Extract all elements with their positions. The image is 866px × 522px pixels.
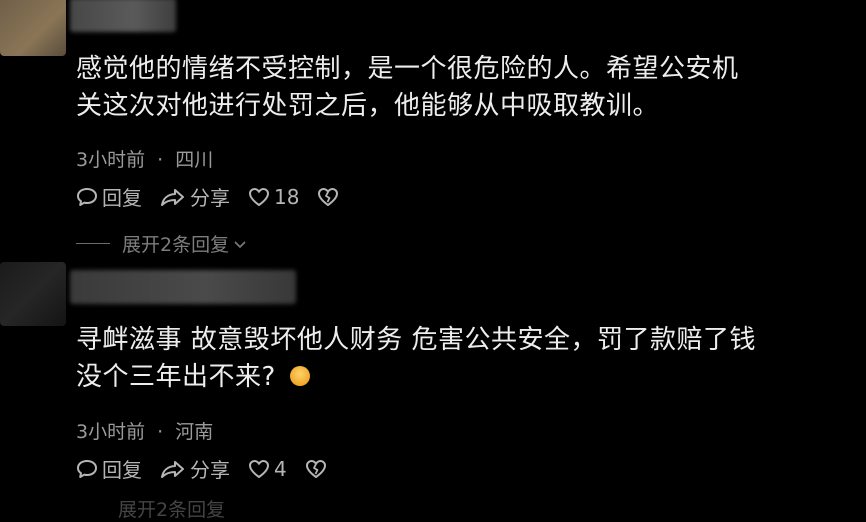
comment-meta: 3小时前 · 河南 xyxy=(76,417,213,444)
crying-laughing-emoji-icon xyxy=(289,365,310,386)
share-button[interactable]: 分享 xyxy=(160,182,230,211)
share-label: 分享 xyxy=(190,458,230,482)
reply-button[interactable]: 回复 xyxy=(76,454,142,483)
avatar[interactable] xyxy=(0,262,66,326)
like-button[interactable]: 18 xyxy=(248,185,299,209)
comment-text-line: 没个三年出不来? xyxy=(76,362,276,392)
comment-location: 河南 xyxy=(175,421,214,443)
comment-text-line: 关这次对他进行处罚之后，他能够从中吸取教训。 xyxy=(76,91,660,121)
heart-icon xyxy=(249,187,269,206)
expand-replies[interactable]: 展开2条回复 xyxy=(118,495,225,522)
reply-label: 回复 xyxy=(102,186,142,210)
broken-heart-icon xyxy=(305,459,326,478)
comment-bubble-icon xyxy=(77,187,97,206)
expand-replies[interactable]: 展开2条回复 xyxy=(76,230,248,257)
comment-text-line-wrap: 没个三年出不来? xyxy=(76,359,836,396)
comment-time: 3小时前 xyxy=(76,421,146,443)
reply-button[interactable]: 回复 xyxy=(76,182,142,211)
share-arrow-icon xyxy=(161,460,184,478)
meta-separator: · xyxy=(157,421,164,443)
avatar[interactable] xyxy=(0,0,66,56)
comment-actions: 回复 分享 4 xyxy=(76,454,349,483)
share-arrow-icon xyxy=(161,188,184,206)
comment-bubble-icon xyxy=(77,459,97,478)
comment-location: 四川 xyxy=(175,149,214,171)
dislike-button[interactable] xyxy=(317,187,343,207)
dislike-button[interactable] xyxy=(305,459,331,479)
comment-text-line: 感觉他的情绪不受控制，是一个很危险的人。希望公安机 xyxy=(76,54,739,84)
like-count: 18 xyxy=(274,184,300,209)
like-button[interactable]: 4 xyxy=(248,457,287,481)
broken-heart-icon xyxy=(318,187,339,206)
username-redacted[interactable] xyxy=(70,0,176,32)
expand-label: 展开2条回复 xyxy=(122,234,230,256)
expand-label: 展开2条回复 xyxy=(118,499,226,521)
username-redacted[interactable] xyxy=(70,270,296,304)
comment-time: 3小时前 xyxy=(76,149,146,171)
like-count: 4 xyxy=(274,456,287,481)
heart-icon xyxy=(249,459,269,478)
comment-actions: 回复 分享 18 xyxy=(76,182,361,211)
comment-item: 感觉他的情绪不受控制，是一个很危险的人。希望公安机 关这次对他进行处罚之后，他能… xyxy=(0,0,866,262)
comment-item: 寻衅滋事 故意毁坏他人财务 危害公共安全，罚了款赔了钱 没个三年出不来? 3小时… xyxy=(0,262,866,521)
share-label: 分享 xyxy=(190,186,230,210)
comment-meta: 3小时前 · 四川 xyxy=(76,145,213,172)
comment-text: 寻衅滋事 故意毁坏他人财务 危害公共安全，罚了款赔了钱 没个三年出不来? xyxy=(76,322,836,396)
chevron-down-icon xyxy=(234,240,246,248)
meta-separator: · xyxy=(157,149,164,171)
reply-label: 回复 xyxy=(102,458,142,482)
expand-divider xyxy=(76,243,110,244)
comment-text-line: 寻衅滋事 故意毁坏他人财务 危害公共安全，罚了款赔了钱 xyxy=(76,325,757,355)
share-button[interactable]: 分享 xyxy=(160,454,230,483)
comment-text: 感觉他的情绪不受控制，是一个很危险的人。希望公安机 关这次对他进行处罚之后，他能… xyxy=(76,51,836,125)
